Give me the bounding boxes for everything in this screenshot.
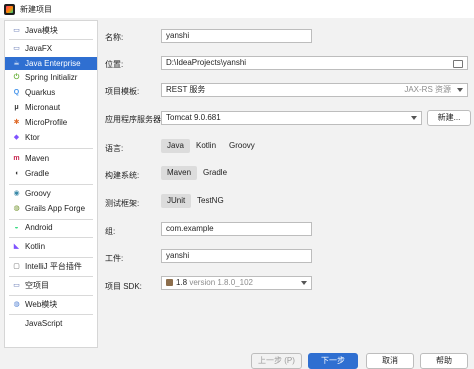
sidebar-item-gradle[interactable]: ◖ Gradle (5, 167, 97, 180)
language-option-java[interactable]: Java (161, 139, 190, 153)
help-button[interactable]: 帮助 (420, 353, 468, 369)
sdk-value: 1.8 (176, 278, 188, 287)
artifact-field[interactable]: yanshi (161, 249, 312, 263)
sdk-label: 项目 SDK: (105, 282, 142, 291)
location-label: 位置: (105, 60, 124, 69)
java-enterprise-icon: ☕ (13, 60, 20, 67)
gradle-icon: ◖ (14, 170, 19, 177)
sdk-dropdown[interactable]: 1.8 version 1.8.0_102 (161, 276, 312, 290)
sidebar-item-micronaut[interactable]: μ Micronaut (5, 101, 97, 114)
language-option-groovy[interactable]: Groovy (223, 139, 261, 153)
sidebar-item-javascript[interactable]: JavaScript (5, 317, 97, 330)
template-dropdown[interactable]: REST 服务 JAX-RS 资源 (161, 83, 468, 97)
divider (9, 276, 93, 277)
test-framework-label: 测试框架: (105, 199, 140, 208)
divider (9, 184, 93, 185)
chevron-down-icon (411, 116, 417, 120)
previous-button[interactable]: 上一步 (P) (251, 353, 302, 369)
divider (9, 314, 93, 315)
group-value: com.example (166, 224, 214, 233)
sdk-version: version 1.8.0_102 (189, 278, 253, 287)
build-system-label: 构建系统: (105, 171, 140, 180)
divider (9, 219, 93, 220)
microprofile-icon: ✱ (13, 119, 20, 126)
divider (9, 257, 93, 258)
divider (9, 39, 93, 40)
folder-icon[interactable] (453, 60, 463, 68)
kotlin-icon: ◣ (13, 243, 20, 250)
java-module-icon: ▭ (13, 27, 20, 34)
template-value: REST 服务 (166, 85, 206, 94)
server-dropdown[interactable]: Tomcat 9.0.681 (161, 111, 422, 125)
divider (9, 148, 93, 149)
sidebar-item-spring-initializr[interactable]: ⏻ Spring Initializr (5, 71, 97, 84)
sidebar-item-java-enterprise[interactable]: ☕ Java Enterprise (5, 57, 97, 70)
sidebar-item-android[interactable]: ◒ Android (5, 221, 97, 234)
sidebar-item-grails[interactable]: ◍ Grails App Forge (5, 202, 97, 215)
chevron-down-icon (457, 88, 463, 92)
artifact-value: yanshi (166, 251, 190, 260)
groovy-icon: ◉ (13, 190, 20, 197)
sidebar-item-ktor[interactable]: ◆ Ktor (5, 131, 97, 144)
template-hint: JAX-RS 资源 (404, 85, 451, 94)
server-value: Tomcat 9.0.681 (166, 113, 221, 122)
artifact-label: 工件: (105, 254, 124, 263)
location-field[interactable]: D:\IdeaProjects\yanshi (161, 56, 468, 70)
maven-icon: m (13, 155, 20, 162)
sidebar-item-empty-project[interactable]: ▭ 空项目 (5, 279, 97, 292)
jdk-folder-icon (166, 279, 173, 286)
divider (9, 237, 93, 238)
sidebar-item-javafx[interactable]: ▭ JavaFX (5, 42, 97, 55)
test-option-junit[interactable]: JUnit (161, 194, 192, 208)
spring-icon: ⏻ (13, 74, 20, 81)
build-option-maven[interactable]: Maven (161, 166, 198, 180)
javascript-spacer (12, 319, 21, 328)
name-field[interactable]: yanshi (161, 29, 312, 43)
intellij-logo-icon (4, 3, 15, 15)
javafx-icon: ▭ (13, 45, 20, 52)
sidebar-item-groovy[interactable]: ◉ Groovy (5, 187, 97, 200)
micronaut-icon: μ (14, 104, 19, 111)
window-title: 新建项目 (20, 4, 52, 14)
web-module-icon: ◍ (13, 301, 20, 308)
name-value: yanshi (166, 31, 190, 40)
sidebar-item-microprofile[interactable]: ✱ MicroProfile (5, 116, 97, 129)
language-option-kotlin[interactable]: Kotlin (190, 139, 222, 153)
sidebar-item-java-module[interactable]: ▭ Java模块 (5, 24, 97, 37)
quarkus-icon: Q (13, 89, 20, 96)
plugin-icon: ▢ (13, 263, 20, 270)
sidebar-item-web-module[interactable]: ◍ Web模块 (5, 298, 97, 311)
group-field[interactable]: com.example (161, 222, 312, 236)
empty-project-icon: ▭ (13, 282, 20, 289)
cancel-button[interactable]: 取消 (366, 353, 414, 369)
project-type-list: ▭ Java模块 ▭ JavaFX ☕ Java Enterprise ⏻ Sp… (4, 20, 98, 348)
ktor-icon: ◆ (13, 134, 20, 141)
divider (9, 295, 93, 296)
name-label: 名称: (105, 33, 124, 42)
grails-icon: ◍ (13, 205, 20, 212)
server-label: 应用程序服务器: (105, 115, 164, 124)
template-label: 项目模板: (105, 87, 140, 96)
test-option-testng[interactable]: TestNG (191, 194, 230, 208)
new-server-button[interactable]: 新建... (427, 110, 471, 126)
sidebar-item-kotlin[interactable]: ◣ Kotlin (5, 240, 97, 253)
build-option-gradle[interactable]: Gradle (197, 166, 233, 180)
location-value: D:\IdeaProjects\yanshi (166, 58, 247, 67)
group-label: 组: (105, 227, 116, 236)
title-bar: 新建项目 (0, 0, 474, 18)
android-icon: ◒ (14, 224, 19, 231)
sidebar-item-intellij-plugin[interactable]: ▢ IntelliJ 平台插件 (5, 260, 97, 273)
next-button[interactable]: 下一步 (308, 353, 358, 369)
language-label: 语言: (105, 144, 124, 153)
sidebar-item-quarkus[interactable]: Q Quarkus (5, 86, 97, 99)
chevron-down-icon (301, 281, 307, 285)
sidebar-item-maven[interactable]: m Maven (5, 152, 97, 165)
